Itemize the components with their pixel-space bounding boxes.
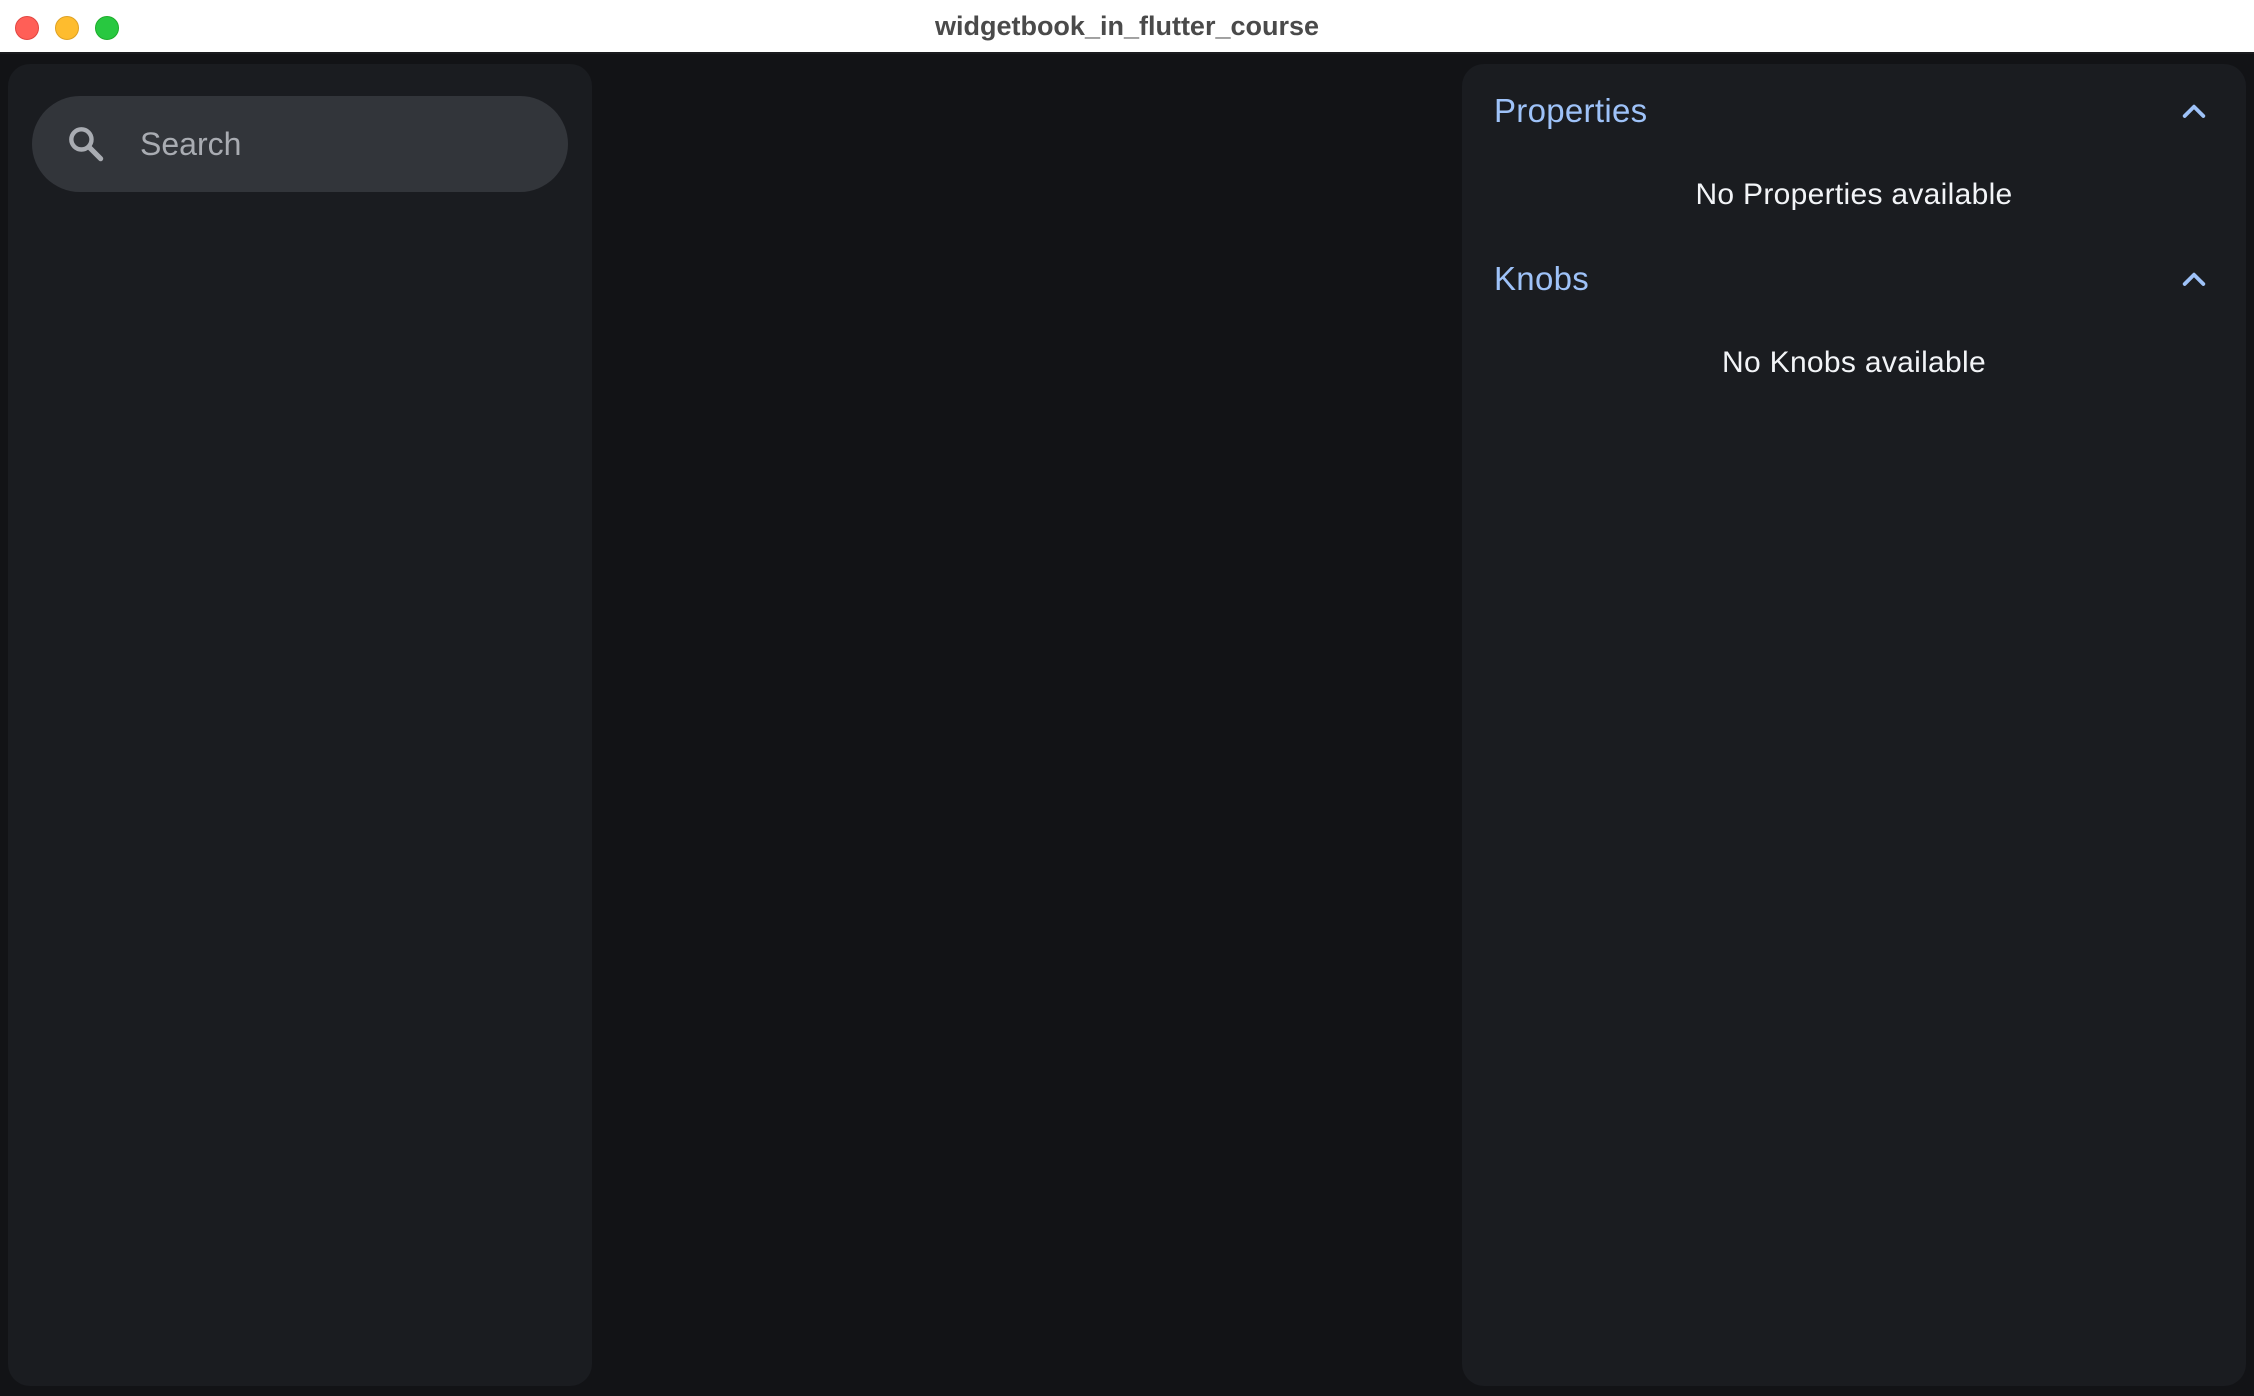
window-title: widgetbook_in_flutter_course (934, 11, 1320, 41)
chevron-up-icon[interactable] (2178, 264, 2210, 296)
knobs-empty-message: No Knobs available (1722, 346, 1986, 379)
search-box[interactable] (32, 96, 568, 192)
properties-title: Properties (1494, 92, 1648, 129)
search-input[interactable] (140, 120, 540, 168)
chevron-up-icon[interactable] (2178, 96, 2210, 128)
properties-section-header[interactable]: Properties (1462, 82, 2246, 142)
preview-canvas (600, 64, 1454, 1386)
properties-empty-message: No Properties available (1695, 178, 2013, 211)
addons-panel: Properties No Properties available Knobs… (1462, 64, 2246, 1386)
app-window: widgetbook_in_flutter_course Properties … (0, 0, 2254, 1396)
search-icon (69, 127, 104, 162)
knobs-section-header[interactable]: Knobs (1462, 250, 2246, 310)
navigation-panel (8, 64, 592, 1386)
title-bar: widgetbook_in_flutter_course (0, 0, 2254, 54)
knobs-title: Knobs (1494, 260, 1590, 297)
